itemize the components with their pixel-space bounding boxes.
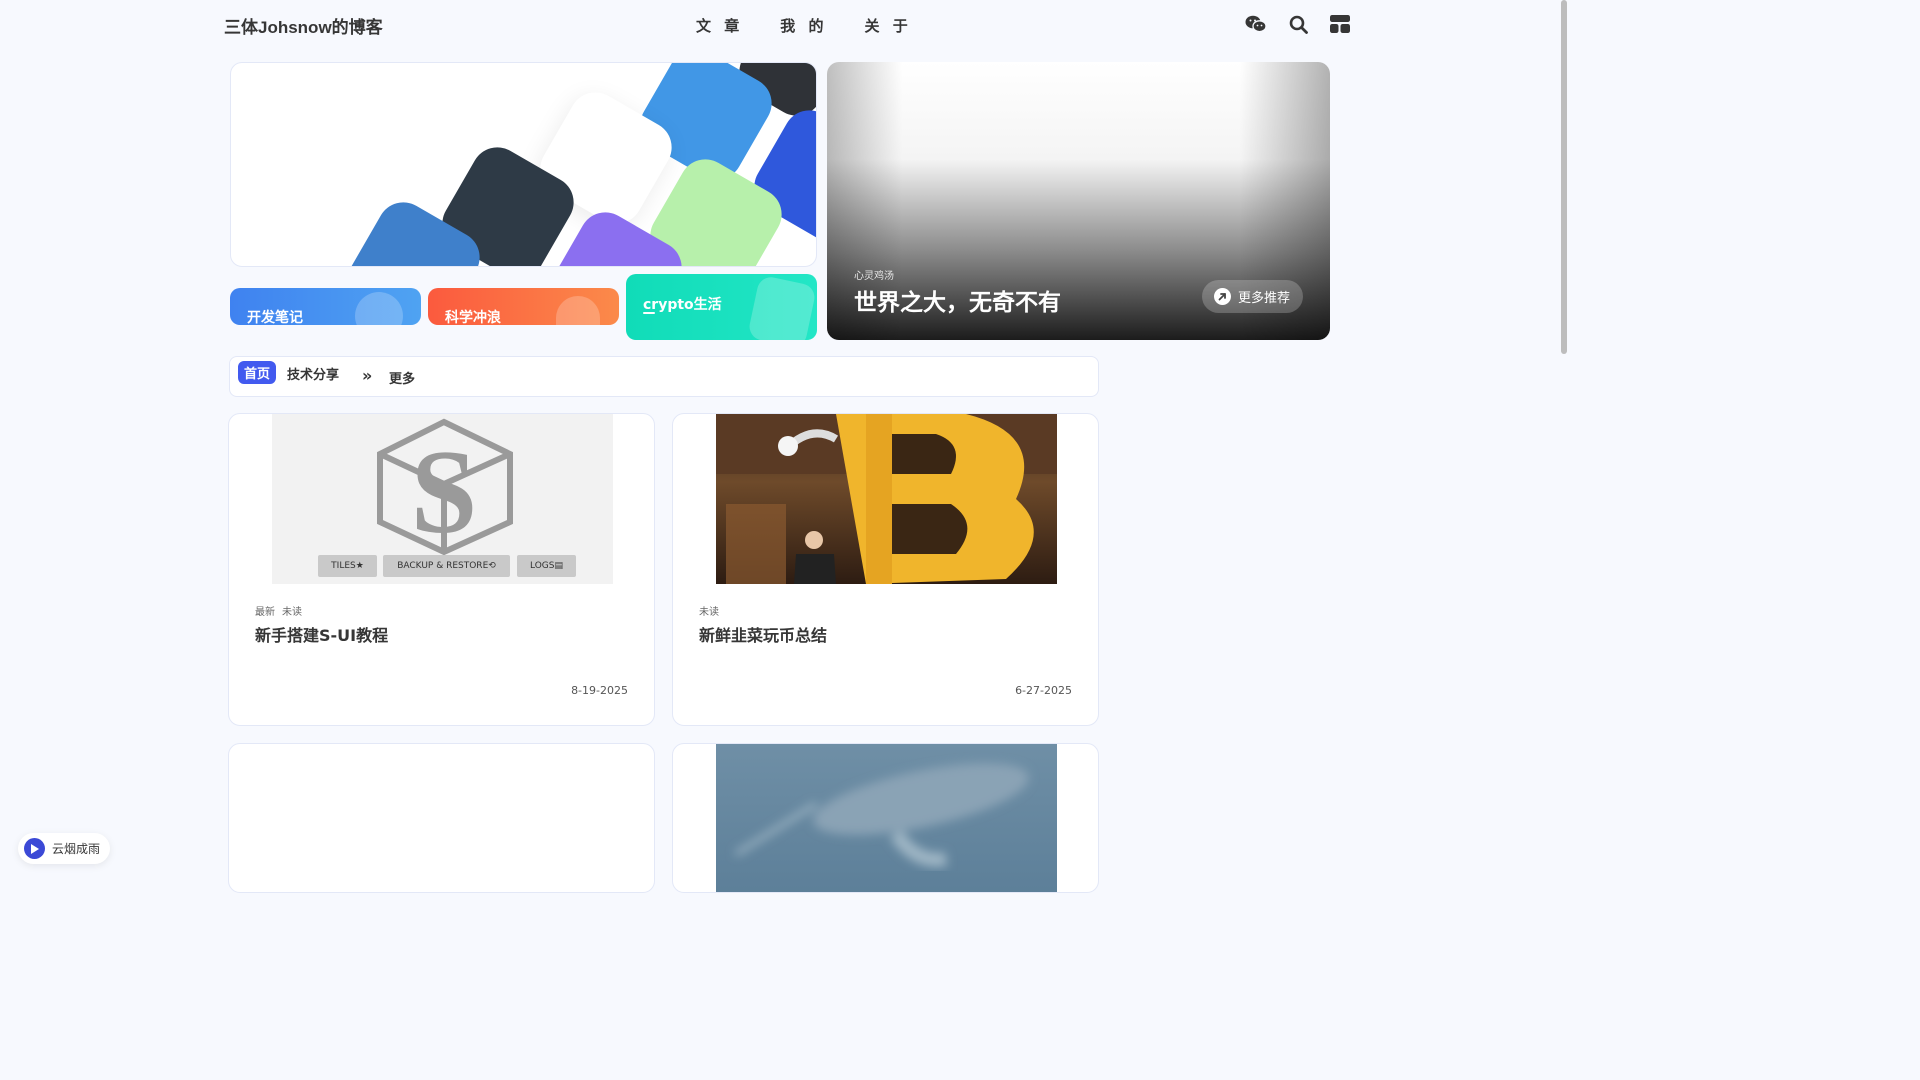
whale-illustration-icon [734, 763, 1029, 867]
tag-latest: 最新 [255, 607, 275, 618]
music-title: 云烟成雨 [52, 842, 101, 856]
post-card[interactable] [228, 743, 655, 893]
svg-text:S: S [411, 425, 478, 558]
double-chevron-icon[interactable]: » [362, 366, 372, 385]
category-decoration [355, 292, 403, 325]
menu-articles[interactable]: 文 章 [696, 15, 743, 36]
post-cover-image[interactable] [716, 414, 1057, 584]
category-bar: 首页 技术分享 » 更多 [229, 356, 1099, 397]
more-recommend-button[interactable]: 更多推荐 [1202, 280, 1304, 313]
layout-toggle-icon[interactable] [1329, 13, 1351, 35]
category-tab-tech[interactable]: 技术分享 [287, 364, 339, 383]
cover-button-text: LOGS▤ [517, 555, 576, 577]
post-card[interactable]: S TILES★ BACKUP & RESTORE⟲ LOGS▤ 最新 未读 新… [228, 413, 655, 726]
category-dev-notes[interactable]: 开发笔记 [230, 288, 421, 325]
more-recommend-label: 更多推荐 [1238, 291, 1291, 306]
recommend-tag: 心灵鸡汤 [854, 271, 894, 282]
menu-about[interactable]: 关 于 [864, 15, 911, 36]
category-label: crypto生活 [643, 297, 722, 313]
post-title[interactable]: 新鲜韭菜玩币总结 [699, 622, 827, 646]
cover-button-text: BACKUP & RESTORE⟲ [383, 555, 510, 577]
cover-button-text: TILES★ [318, 555, 377, 577]
search-icon[interactable] [1287, 13, 1309, 35]
scrollbar-track[interactable] [1560, 0, 1568, 882]
arrow-up-right-icon [1214, 288, 1231, 305]
wechat-icon[interactable] [1245, 13, 1267, 35]
hero-banner[interactable] [230, 62, 817, 267]
post-card[interactable] [672, 743, 1099, 893]
tag-unread: 未读 [282, 607, 302, 618]
category-label: 开发笔记 [247, 310, 303, 325]
category-science-surf[interactable]: 科学冲浪 [428, 288, 619, 325]
main-menu: 文 章 我 的 关 于 [696, 15, 912, 36]
tag-unread: 未读 [699, 607, 719, 618]
post-tags: 最新 未读 [255, 603, 302, 618]
play-icon[interactable] [24, 838, 45, 859]
recommend-title: 世界之大，无奇不有 [854, 290, 1061, 316]
site-name[interactable]: 三体Johsnow的博客 [224, 13, 383, 38]
post-cover-image[interactable]: S TILES★ BACKUP & RESTORE⟲ LOGS▤ [272, 414, 613, 584]
post-date: 6-27-2025 [1015, 684, 1072, 697]
nav-icons [1245, 13, 1351, 35]
bitcoin-illustration-icon [716, 414, 1057, 584]
menu-mine[interactable]: 我 的 [780, 15, 827, 36]
post-card[interactable]: 未读 新鲜韭菜玩币总结 6-27-2025 [672, 413, 1099, 726]
post-title[interactable]: 新手搭建S-UI教程 [255, 622, 388, 646]
scrollbar-thumb[interactable] [1561, 0, 1567, 354]
music-player[interactable]: 云烟成雨 [18, 833, 111, 864]
post-cover-image[interactable] [272, 744, 613, 892]
category-more[interactable]: 更多 [389, 368, 415, 387]
active-underline [643, 312, 655, 314]
post-cover-image[interactable] [716, 744, 1057, 892]
category-crypto-life[interactable]: crypto生活 [626, 274, 817, 340]
category-tab-home[interactable]: 首页 [238, 361, 277, 384]
category-label: 科学冲浪 [445, 310, 501, 325]
recommend-card[interactable]: 心灵鸡汤 世界之大，无奇不有 更多推荐 [827, 62, 1330, 340]
post-tags: 未读 [699, 603, 719, 618]
top-navbar: 三体Johsnow的博客 文 章 我 的 关 于 [0, 0, 1560, 48]
category-decoration [746, 274, 817, 340]
post-date: 8-19-2025 [571, 684, 628, 697]
category-decoration [556, 296, 600, 325]
